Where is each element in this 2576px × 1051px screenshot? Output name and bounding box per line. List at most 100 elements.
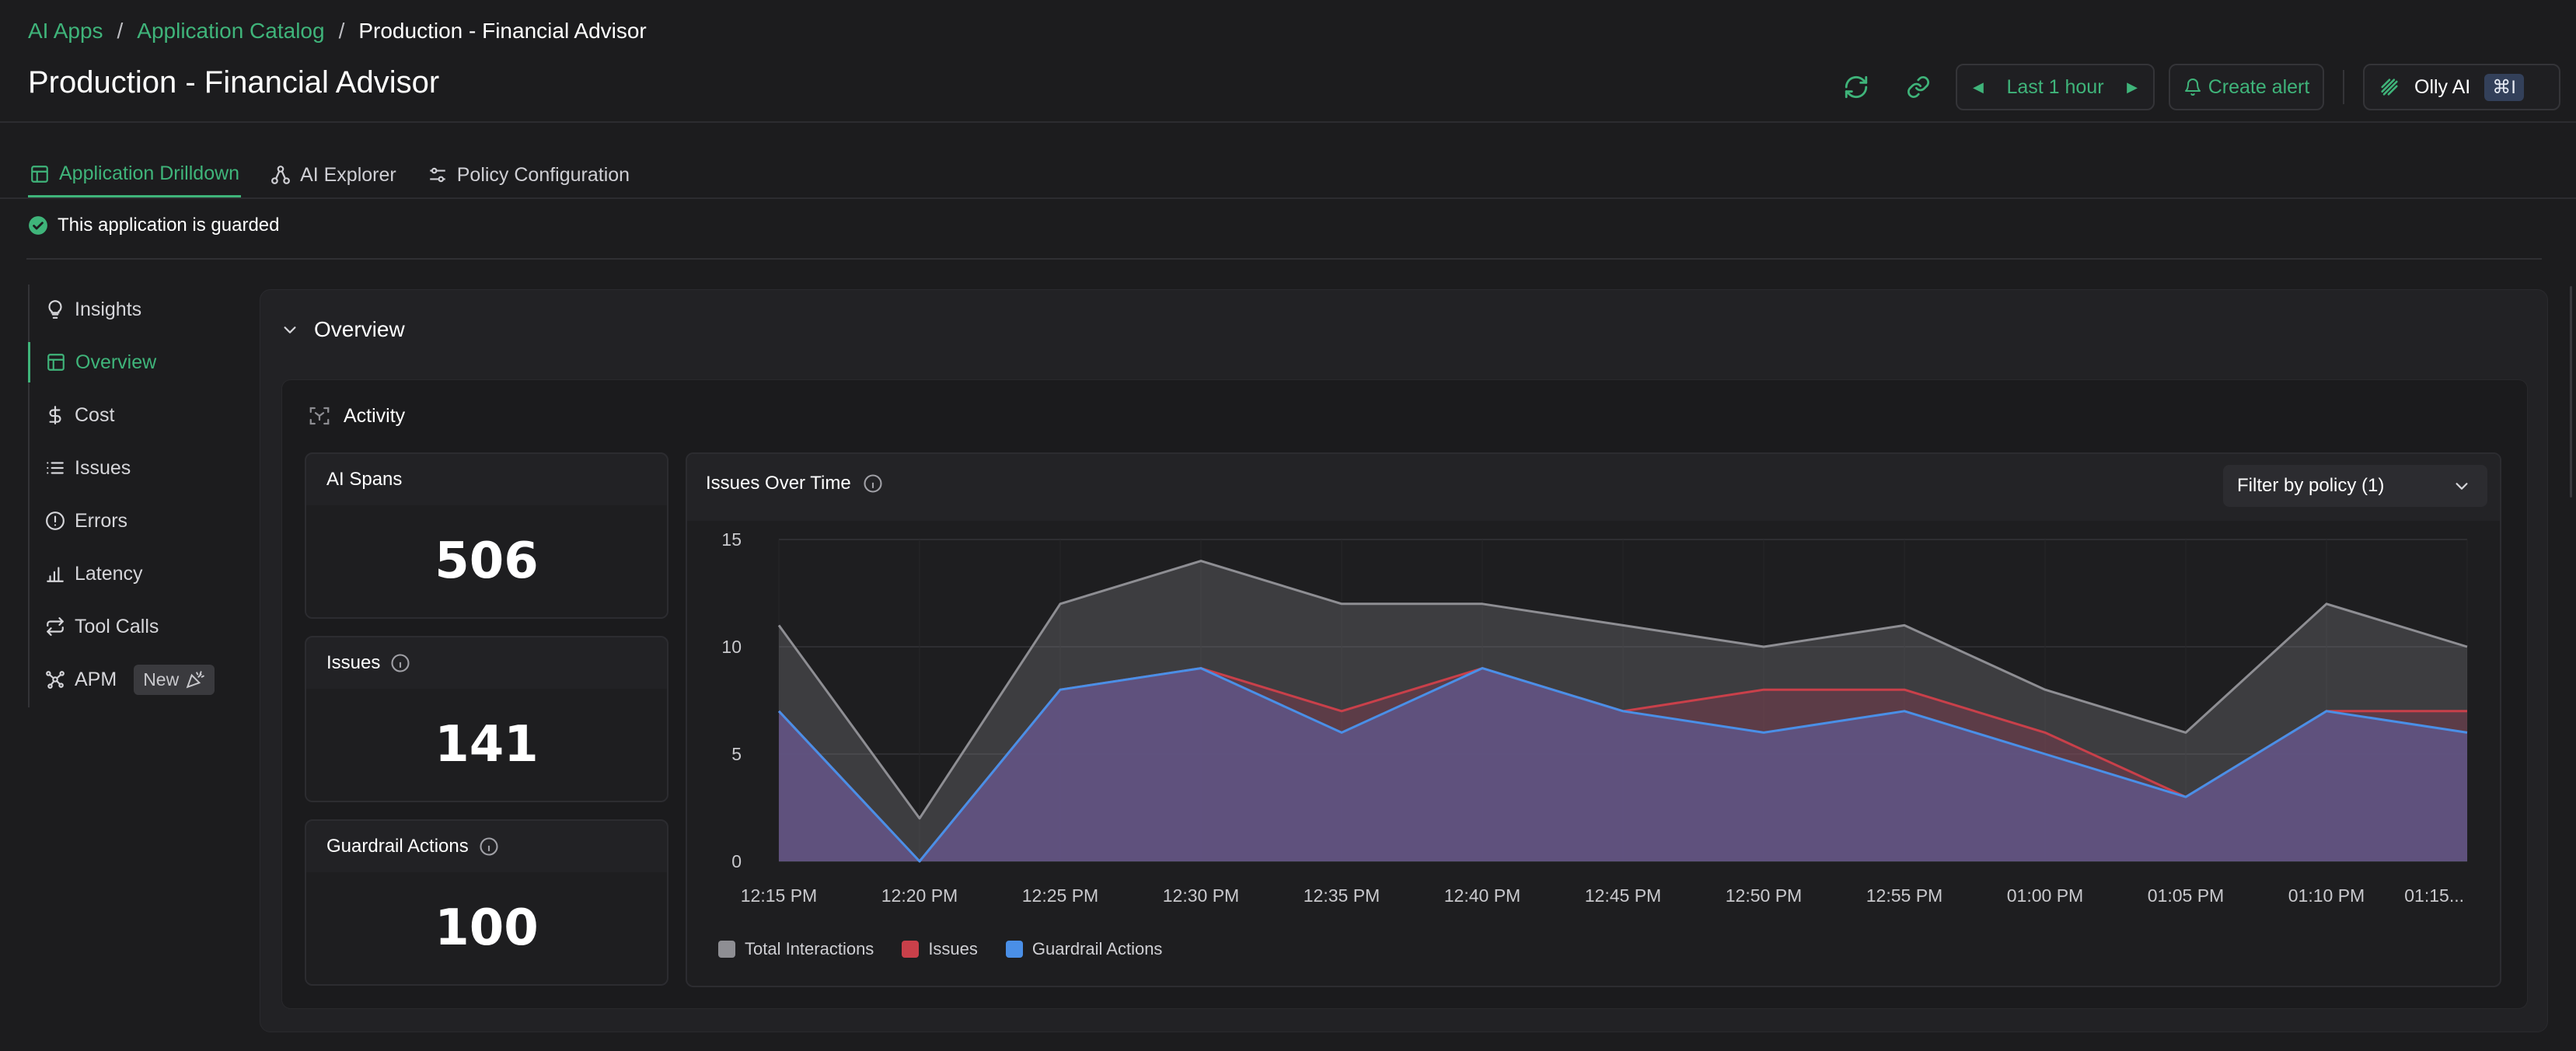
legend-swatch <box>902 941 920 958</box>
x-tick-label: 12:45 PM <box>1585 885 1661 906</box>
y-tick-label: 15 <box>721 529 742 550</box>
chevron-down-icon[interactable] <box>281 321 298 338</box>
new-badge: New <box>134 664 215 695</box>
breadcrumb-ai-apps[interactable]: AI Apps <box>28 19 103 44</box>
overview-title: Overview <box>314 317 405 341</box>
x-tick-label: 12:30 PM <box>1163 885 1239 906</box>
tab-ai-explorer[interactable]: AI Explorer <box>269 152 398 197</box>
time-prev-icon[interactable]: ◀ <box>1973 79 1984 96</box>
chart-title-row: Issues Over Time <box>706 473 884 494</box>
grid-icon <box>31 165 48 183</box>
legend-label: Total Interactions <box>745 939 874 958</box>
legend-swatch <box>1005 941 1023 958</box>
info-icon[interactable] <box>478 836 500 857</box>
info-icon[interactable] <box>389 652 411 674</box>
sidebar-item-tool-calls[interactable]: Tool Calls <box>30 606 159 647</box>
activity-title: Activity <box>344 404 406 427</box>
issues-over-time-chart-card: Issues Over Time Filter by policy (1) 0 5… <box>686 452 2501 987</box>
metric-value: 141 <box>306 689 667 801</box>
filter-label: Filter by policy (1) <box>2237 475 2385 496</box>
sidebar-item-apm[interactable]: APM New <box>30 659 215 700</box>
tab-bar: Application Drilldown AI Explorer Policy… <box>28 152 631 197</box>
guard-status-text: This application is guarded <box>58 215 280 236</box>
create-alert-label: Create alert <box>2208 75 2310 98</box>
info-icon[interactable] <box>862 473 884 494</box>
sliders-icon <box>429 167 445 183</box>
x-tick-label: 12:55 PM <box>1866 885 1942 906</box>
sidebar: Insights Overview Cost Issues Errors Lat… <box>28 285 233 707</box>
overview-header[interactable]: Overview <box>281 317 405 342</box>
x-tick-label: 12:50 PM <box>1726 885 1802 906</box>
tab-policy-configuration[interactable]: Policy Configuration <box>426 152 631 197</box>
chevron-down-icon <box>2456 483 2468 490</box>
legend-swatch <box>718 941 735 958</box>
content-divider-line <box>26 258 2542 260</box>
metric-card-issues: Issues 141 <box>305 636 668 802</box>
repeat-icon <box>47 617 64 636</box>
create-alert-button[interactable]: Create alert <box>2169 64 2324 110</box>
metric-header: Issues <box>306 637 667 689</box>
legend-label: Guardrail Actions <box>1031 939 1163 958</box>
tab-label: Policy Configuration <box>456 163 630 186</box>
metric-header: Guardrail Actions <box>306 821 667 872</box>
tab-label: AI Explorer <box>300 163 396 186</box>
x-tick-label: 12:40 PM <box>1444 885 1520 906</box>
y-tick-label: 0 <box>731 851 742 871</box>
legend-label: Issues <box>928 939 978 958</box>
olly-ai-button[interactable]: Olly AI ⌘I <box>2363 64 2560 110</box>
sidebar-item-issues[interactable]: Issues <box>30 448 131 488</box>
tab-label: Application Drilldown <box>59 162 240 184</box>
sidebar-item-label: Latency <box>75 562 143 585</box>
network-icon <box>46 671 65 689</box>
sidebar-item-cost[interactable]: Cost <box>30 395 114 435</box>
sidebar-item-label: Insights <box>75 298 142 320</box>
sidebar-item-errors[interactable]: Errors <box>30 501 127 541</box>
legend-item-issues[interactable]: Issues <box>902 939 978 959</box>
refresh-button[interactable] <box>1834 65 1878 109</box>
metric-value: 506 <box>306 505 667 617</box>
sidebar-item-overview[interactable]: Overview <box>28 342 156 382</box>
legend-item-guardrail-actions[interactable]: Guardrail Actions <box>1005 939 1163 959</box>
link-icon <box>1908 76 1929 98</box>
dollar-icon <box>49 406 61 424</box>
issues-over-time-chart: 0 5 10 15 12:15 PM 12:20 PM 12:25 PM 12:30 PM 12… <box>721 529 2468 906</box>
time-range-label: Last 1 hour <box>2006 75 2104 98</box>
sidebar-item-label: Tool Calls <box>75 615 159 637</box>
sidebar-item-insights[interactable]: Insights <box>30 289 141 330</box>
party-popper-icon <box>186 671 205 689</box>
tabs-divider-line <box>0 197 2576 199</box>
time-range-selector[interactable]: ◀ Last 1 hour ▶ <box>1956 64 2155 110</box>
sidebar-item-latency[interactable]: Latency <box>30 553 143 594</box>
chart-header: Issues Over Time Filter by policy (1) <box>687 454 2500 521</box>
x-tick-label: 01:05 PM <box>2148 885 2224 906</box>
breadcrumb-separator: / <box>338 19 345 43</box>
guard-status: This application is guarded <box>28 215 280 236</box>
header-divider-line <box>0 121 2576 123</box>
metric-label: Issues <box>326 652 381 673</box>
grid-icon <box>47 354 65 371</box>
y-tick-label: 10 <box>721 637 742 657</box>
copy-link-button[interactable] <box>1897 65 1940 109</box>
sidebar-item-label: Overview <box>75 351 157 373</box>
x-tick-label: 12:15 PM <box>741 885 817 906</box>
time-next-icon[interactable]: ▶ <box>2127 79 2138 96</box>
tab-application-drilldown[interactable]: Application Drilldown <box>28 152 242 197</box>
y-tick-label: 5 <box>731 744 742 764</box>
page-title: Production - Financial Advisor <box>28 65 440 100</box>
metric-label: AI Spans <box>326 469 403 490</box>
list-icon <box>47 462 64 474</box>
olly-logo-icon <box>2381 79 2398 96</box>
nodes-icon <box>271 166 290 184</box>
bar-chart-icon <box>47 567 64 582</box>
bell-icon <box>2184 79 2201 96</box>
olly-shortcut-badge: ⌘I <box>2484 73 2524 101</box>
lightbulb-icon <box>48 300 62 319</box>
alert-circle-icon <box>46 512 65 530</box>
sidebar-item-label: Issues <box>75 456 131 479</box>
breadcrumb-application-catalog[interactable]: Application Catalog <box>137 19 324 44</box>
legend-item-total-interactions[interactable]: Total Interactions <box>718 939 874 959</box>
breadcrumb-current: Production - Financial Advisor <box>358 19 647 43</box>
scrollbar[interactable] <box>2570 286 2572 498</box>
filter-by-policy-dropdown[interactable]: Filter by policy (1) <box>2223 465 2487 507</box>
x-tick-label: 01:00 PM <box>2007 885 2083 906</box>
